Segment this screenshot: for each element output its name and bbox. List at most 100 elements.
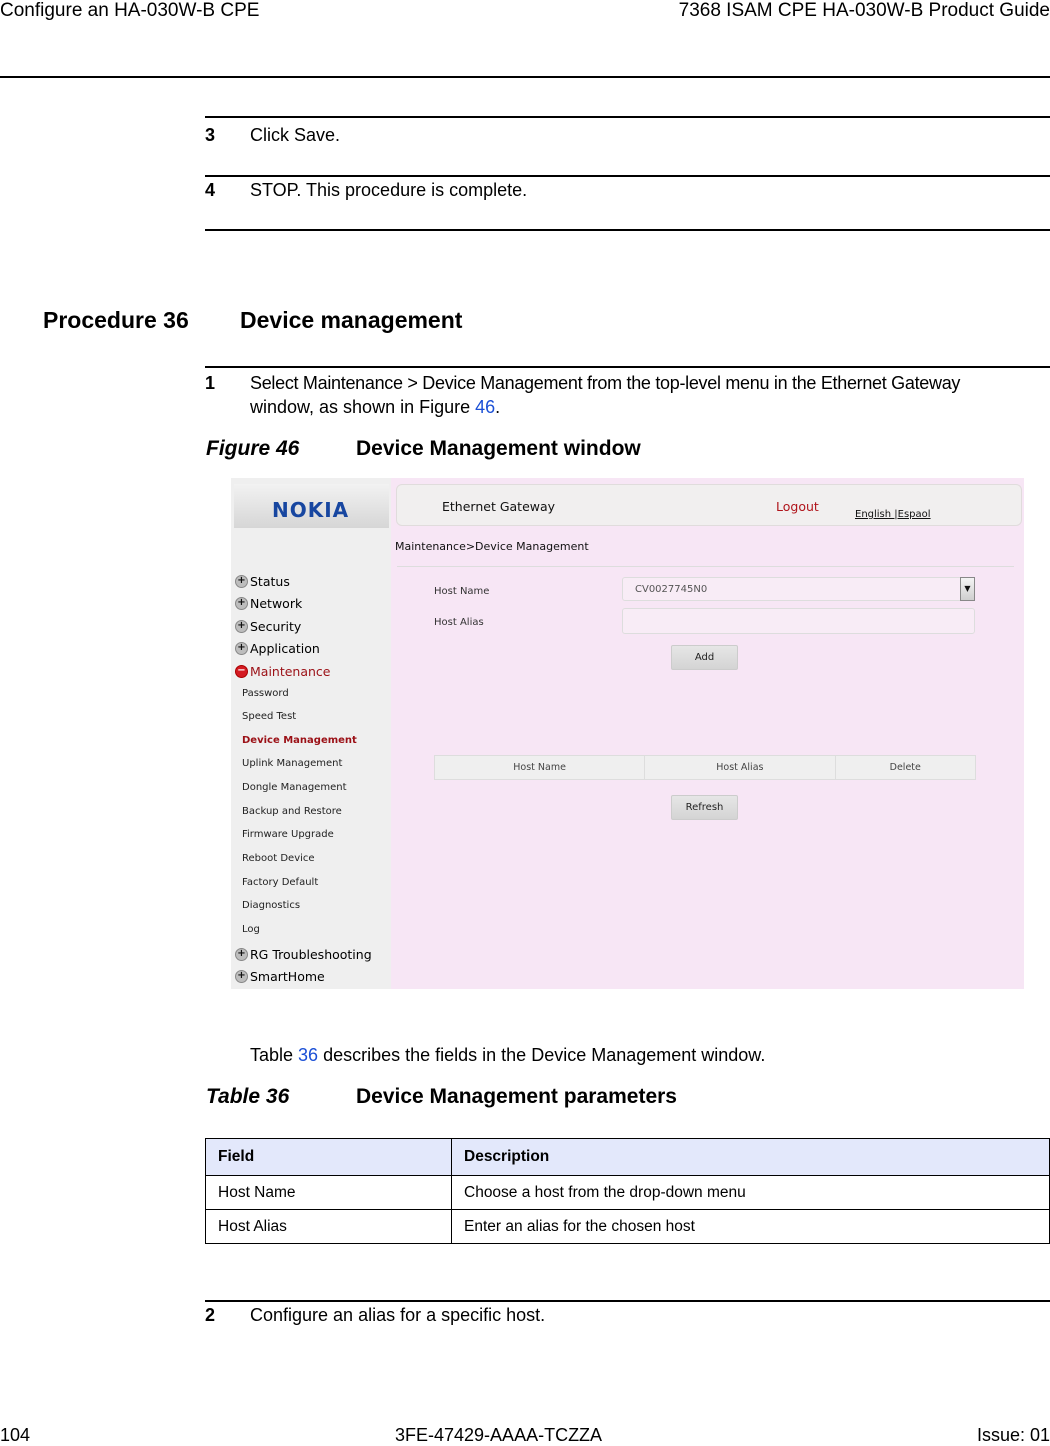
sidebar-item-label: Uplink Management	[242, 758, 343, 769]
sidebar-item-diagnostics[interactable]: Diagnostics	[242, 900, 300, 911]
step-rule	[205, 229, 1050, 231]
sidebar-item-network[interactable]: + Network	[235, 596, 302, 611]
top-bar: Ethernet Gateway Logout English |Espaol	[396, 484, 1022, 526]
table-link[interactable]: 36	[298, 1045, 318, 1065]
step-number: 2	[205, 1305, 216, 1325]
figure-title: Device Management window	[356, 437, 641, 460]
table-header-row: Field Description	[205, 1138, 1050, 1176]
sidebar-item-smarthome[interactable]: + SmartHome	[235, 969, 325, 984]
expand-icon: +	[235, 575, 248, 588]
cell-description: Choose a host from the drop-down menu	[451, 1175, 1050, 1210]
step-number: 3	[205, 125, 216, 145]
col-host-alias: Host Alias	[645, 756, 836, 779]
table-row: Host Alias Enter an alias for the chosen…	[205, 1209, 1050, 1244]
nokia-logo: NOKIA	[272, 498, 350, 522]
host-name-label: Host Name	[434, 586, 490, 597]
sidebar-item-maintenance[interactable]: − Maintenance	[235, 664, 331, 679]
add-button[interactable]: Add	[671, 645, 738, 670]
table-intro: Table 36 describes the fields in the Dev…	[250, 1045, 766, 1065]
step-rule	[205, 1300, 1050, 1302]
sidebar-item-label: Maintenance	[250, 664, 331, 679]
sidebar-item-label: Log	[242, 924, 260, 935]
host-alias-input[interactable]	[622, 608, 975, 634]
language-links[interactable]: English |Espaol	[855, 509, 931, 520]
sidebar-item-label: Factory Default	[242, 877, 319, 888]
sidebar-item-label: Firmware Upgrade	[242, 829, 334, 840]
sidebar-item-label: Dongle Management	[242, 782, 347, 793]
refresh-button[interactable]: Refresh	[671, 795, 738, 820]
host-name-select[interactable]: CV0027745N0 ▼	[622, 577, 975, 601]
step-rule	[205, 116, 1050, 118]
breadcrumb: Maintenance>Device Management	[395, 540, 589, 553]
device-management-screenshot: NOKIA Ethernet Gateway Logout English |E…	[231, 478, 1024, 989]
expand-icon: +	[235, 970, 248, 983]
cell-description: Enter an alias for the chosen host	[451, 1209, 1050, 1244]
app-title: Ethernet Gateway	[442, 499, 556, 514]
step-rule	[205, 366, 1050, 368]
table-title: Device Management parameters	[356, 1085, 677, 1108]
sidebar-item-status[interactable]: + Status	[235, 574, 290, 589]
breadcrumb-rule	[397, 566, 1014, 567]
sidebar-item-firmware-upgrade[interactable]: Firmware Upgrade	[242, 829, 334, 840]
header-description: Description	[451, 1138, 1050, 1176]
expand-icon: +	[235, 620, 248, 633]
sidebar-item-factory-default[interactable]: Factory Default	[242, 877, 318, 888]
sidebar-item-label: Diagnostics	[242, 900, 301, 911]
host-alias-label: Host Alias	[434, 617, 484, 628]
header-rule	[0, 76, 1050, 78]
sidebar-item-label: Speed Test	[242, 711, 297, 722]
expand-icon: +	[235, 948, 248, 961]
step-rule	[205, 175, 1050, 177]
sidebar-item-label: Device Management	[242, 735, 357, 746]
sidebar-item-label: SmartHome	[250, 969, 325, 984]
hosts-table-header: Host Name Host Alias Delete	[434, 755, 976, 780]
table-label: Table 36	[206, 1085, 290, 1108]
step-number: 4	[205, 180, 216, 200]
parameters-table: Field Description Host Name Choose a hos…	[205, 1138, 1050, 1244]
sidebar-item-log[interactable]: Log	[242, 924, 260, 935]
cell-field: Host Alias	[205, 1209, 452, 1244]
figure-label: Figure 46	[206, 437, 300, 460]
sidebar-item-speed-test[interactable]: Speed Test	[242, 711, 296, 722]
figure-link[interactable]: 46	[475, 397, 495, 417]
procedure-label: Procedure 36	[43, 307, 189, 333]
step-text: Click Save.	[250, 125, 341, 145]
sidebar-item-label: Application	[250, 641, 320, 656]
sidebar-item-password[interactable]: Password	[242, 688, 289, 699]
collapse-icon: −	[235, 665, 248, 678]
sidebar-item-label: RG Troubleshooting	[250, 947, 372, 962]
footer-doc-id: 3FE-47429-AAAA-TCZZA	[395, 1425, 603, 1445]
procedure-title: Device management	[240, 307, 463, 333]
footer-issue: Issue: 01	[976, 1425, 1050, 1445]
sidebar-item-label: Reboot Device	[242, 853, 315, 864]
sidebar-item-label: Password	[242, 688, 289, 699]
host-name-value: CV0027745N0	[635, 584, 708, 595]
sidebar-item-rg-troubleshooting[interactable]: + RG Troubleshooting	[235, 947, 372, 962]
sidebar-item-label: Network	[250, 596, 303, 611]
logout-link[interactable]: Logout	[776, 499, 819, 514]
sidebar-item-device-management[interactable]: Device Management	[242, 735, 357, 746]
step-text-cont: window, as shown in Figure 46.	[250, 397, 501, 417]
chevron-down-icon[interactable]: ▼	[960, 577, 975, 601]
step-text: STOP. This procedure is complete.	[250, 180, 528, 200]
sidebar-item-uplink-management[interactable]: Uplink Management	[242, 758, 342, 769]
sidebar-item-label: Security	[250, 619, 302, 634]
header-left: Configure an HA-030W-B CPE	[0, 0, 260, 21]
sidebar-item-security[interactable]: + Security	[235, 619, 301, 634]
step-text: Select Maintenance > Device Management f…	[250, 373, 961, 393]
sidebar-item-application[interactable]: + Application	[235, 641, 320, 656]
sidebar-item-dongle-management[interactable]: Dongle Management	[242, 782, 347, 793]
expand-icon: +	[235, 642, 248, 655]
sidebar-item-backup-and-restore[interactable]: Backup and Restore	[242, 806, 342, 817]
expand-icon: +	[235, 597, 248, 610]
sidebar-item-reboot-device[interactable]: Reboot Device	[242, 853, 315, 864]
col-host-name: Host Name	[435, 756, 646, 779]
step-number: 1	[205, 373, 216, 393]
col-delete: Delete	[889, 762, 921, 773]
sidebar	[231, 478, 391, 989]
sidebar-item-label: Backup and Restore	[242, 806, 342, 817]
sidebar-item-label: Status	[250, 574, 290, 589]
footer-page-number: 104	[0, 1425, 31, 1445]
table-row: Host Name Choose a host from the drop-do…	[205, 1175, 1050, 1210]
step-text: Configure an alias for a specific host.	[250, 1305, 546, 1325]
